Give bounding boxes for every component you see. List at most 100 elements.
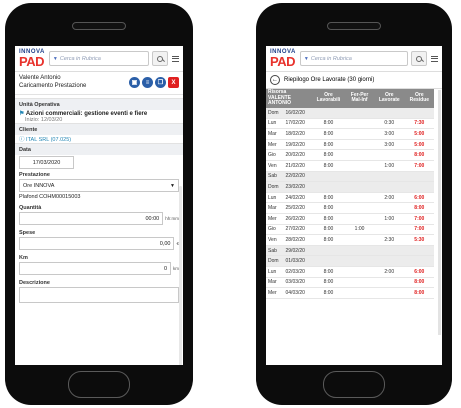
prestazione-label: Prestazione [19,172,50,178]
cell-ore-lavorate [373,149,405,161]
cell-ore-lavorabili: 8:00 [311,202,346,214]
cell-day: Dom [266,255,284,267]
cell-fer-per [345,160,374,172]
cell-ore-residue: 8:00 [404,202,434,214]
cell-ore-residue [404,171,434,183]
cell-ore-lavorabili: 8:00 [311,160,346,172]
cell-ore-lavorate [373,171,405,183]
save-icon[interactable]: ▣ [129,77,140,88]
cliente-value[interactable]: ⓘ ITAL SRL (07.025) [19,135,179,143]
cell-fer-per [345,202,374,214]
info-icon: ⓘ [19,137,25,143]
menu-icon[interactable] [172,55,179,62]
cell-date: 18/02/20 [283,128,312,140]
cell-ore-lavorate: 1:00 [373,160,405,172]
cell-date: 04/03/20 [283,287,312,299]
cell-date: 23/02/20 [283,181,312,193]
risorsa-name: VALENTE ANTONIO [268,94,291,106]
page-header: Valente Antonio Caricamento Prestazione … [15,72,183,95]
cell-ore-residue: 8:00 [404,287,434,299]
menu-icon[interactable] [431,55,438,62]
cell-ore-lavorate: 3:00 [373,128,405,140]
search-button[interactable] [411,51,427,66]
cell-date: 25/02/20 [283,202,312,214]
table-row: Lun 24/02/20 8:00 2:00 6:00 [266,192,434,204]
page-subtitle: Caricamento Prestazione [19,82,87,89]
cell-day: Mer [266,139,284,151]
home-button[interactable] [323,371,385,398]
date-field[interactable]: 17/03/2020 [19,156,74,169]
list-icon[interactable]: ≡ [142,77,153,88]
scrollbar[interactable] [438,90,441,335]
table-row: Lun 17/02/20 8:00 0:30 7:30 [266,118,434,130]
spese-field[interactable]: 0,00 [19,237,175,250]
km-field[interactable]: 0 [19,262,171,275]
table-row: Mer 19/02/20 8:00 3:00 5:00 [266,139,434,151]
delete-icon[interactable]: X [168,77,179,88]
cell-date: 21/02/20 [283,160,312,172]
cell-date: 27/02/20 [283,224,312,236]
cell-day: Ven [266,234,284,246]
cell-ore-lavorate: 2:30 [373,234,405,246]
cell-day: Lun [266,266,284,278]
cell-date: 02/03/20 [283,266,312,278]
cell-fer-per [345,118,374,130]
screen-left: INNOVA PAD ▼ Cerca in Rubrica Valente An… [15,46,183,365]
cell-ore-lavorate [373,277,405,289]
spese-label: Spese [19,230,36,236]
cell-fer-per [345,245,374,257]
action-buttons: ▣ ≡ ❐ X [129,77,179,88]
cell-ore-lavorate: 0:30 [373,118,405,130]
search-input[interactable]: ▼ Cerca in Rubrica [299,51,408,66]
table-row: Sab 29/02/20 [266,245,434,257]
search-placeholder: Cerca in Rubrica [310,55,352,62]
cell-date: 22/02/20 [283,171,312,183]
search-button[interactable] [152,51,168,66]
cell-ore-lavorabili: 8:00 [311,139,346,151]
page-title: Riepilogo Ore Lavorate (30 giorni) [284,77,375,83]
cell-date: 03/03/20 [283,277,312,289]
copy-icon[interactable]: ❐ [155,77,166,88]
cell-date: 29/02/20 [283,245,312,257]
stage: INNOVA PAD ▼ Cerca in Rubrica Valente An… [0,0,461,408]
prestazione-select[interactable]: Ore INNOVA ▼ [19,179,179,192]
table-row: Lun 02/03/20 8:00 2:00 6:00 [266,266,434,278]
col-fer-per: Fer-Per Mal-Inf [345,89,374,108]
quantity-field[interactable]: 00:00 [19,212,164,225]
cell-day: Ven [266,160,284,172]
plafond-text: Plafond COHM00015003 [19,194,81,200]
cell-fer-per [345,213,374,225]
cell-ore-lavorabili [311,255,346,267]
search-placeholder: Cerca in Rubrica [59,55,101,62]
speaker [327,22,381,30]
table-row: Dom 16/02/20 [266,107,434,119]
phone-left: INNOVA PAD ▼ Cerca in Rubrica Valente An… [5,3,193,405]
home-button[interactable] [68,371,130,398]
cell-day: Dom [266,107,284,119]
cell-ore-lavorate: 3:00 [373,139,405,151]
km-label: Km [19,255,28,261]
cell-fer-per [345,181,374,193]
cell-ore-lavorate [373,245,405,257]
logo: INNOVA PAD [270,49,296,68]
descrizione-label: Descrizione [19,280,50,286]
page-title-bar: ← Riepilogo Ore Lavorate (30 giorni) [266,72,442,89]
cell-ore-lavorate [373,181,405,193]
cell-ore-residue [404,245,434,257]
cell-ore-lavorabili [311,171,346,183]
back-arrow-icon[interactable]: ← [270,75,280,85]
phone-right: INNOVA PAD ▼ Cerca in Rubrica ← Riepilog… [256,3,452,405]
cell-ore-lavorate [373,107,405,119]
cell-day: Mer [266,213,284,225]
chevron-down-icon[interactable]: ▼ [53,56,58,62]
chevron-down-icon[interactable]: ▼ [304,56,309,62]
cell-day: Mar [266,128,284,140]
search-input[interactable]: ▼ Cerca in Rubrica [48,51,149,66]
cell-fer-per [345,277,374,289]
cell-date: 01/03/20 [283,255,312,267]
cell-ore-lavorate: 2:00 [373,192,405,204]
descrizione-field[interactable] [19,287,179,303]
cell-fer-per [345,192,374,204]
scrollbar[interactable] [179,186,182,365]
chevron-down-icon: ▼ [170,182,175,189]
